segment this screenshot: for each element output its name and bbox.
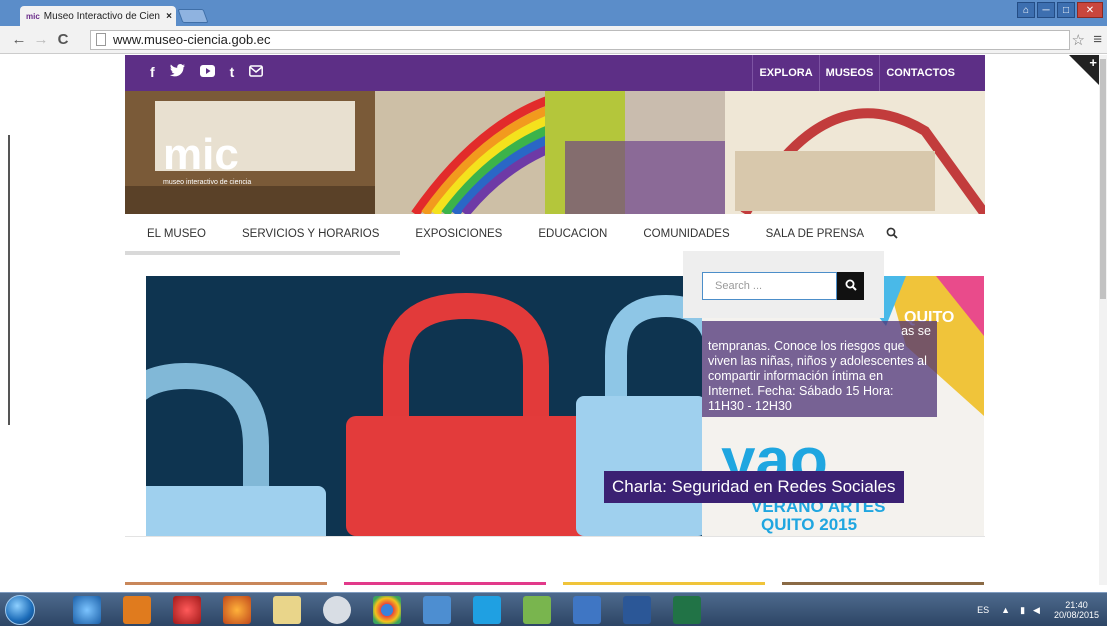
- start-button[interactable]: [5, 595, 35, 625]
- web-page: f t EXPLORA MUSEOS CONTACTOS + mic museo…: [0, 55, 1107, 585]
- svg-text:museo interactivo de ciencia: museo interactivo de ciencia: [163, 179, 251, 186]
- address-bar[interactable]: www.museo-ciencia.gob.ec: [90, 30, 1070, 50]
- slide-title[interactable]: Charla: Seguridad en Redes Sociales: [604, 471, 904, 503]
- tray-arrow-icon[interactable]: ▲: [1001, 605, 1010, 615]
- browser-toolbar: ← → C www.museo-ciencia.gob.ec ☆ ≡: [0, 26, 1107, 54]
- search-input[interactable]: Search ...: [702, 272, 837, 300]
- windows-taskbar: ES ▲ ▮ ◀ 21:40 20/08/2015: [0, 592, 1107, 626]
- nav-comunidades[interactable]: COMUNIDADES: [643, 228, 729, 240]
- nav-museos[interactable]: MUSEOS: [818, 55, 880, 91]
- user-profile-button[interactable]: ⌂: [1017, 2, 1035, 18]
- news-thumb-4[interactable]: [782, 582, 984, 585]
- people-app-icon[interactable]: [523, 596, 551, 624]
- clock-app-icon[interactable]: [323, 596, 351, 624]
- page-left-marker: [8, 135, 10, 425]
- browser-tab[interactable]: mic Museo Interactivo de Cien ×: [20, 6, 176, 26]
- nav-servicios[interactable]: SERVICIOS Y HORARIOS: [242, 228, 379, 240]
- search-icon: [845, 279, 857, 291]
- nav-explora[interactable]: EXPLORA: [752, 55, 818, 91]
- search-popup: Search ...: [683, 251, 884, 318]
- news-thumb-1[interactable]: [125, 582, 327, 585]
- hero-banner: mic museo interactivo de ciencia: [125, 91, 985, 214]
- pin-app-icon[interactable]: [173, 596, 201, 624]
- page-scrollbar[interactable]: [1099, 55, 1107, 585]
- search-toggle-icon[interactable]: [886, 227, 898, 242]
- skype-icon[interactable]: [473, 596, 501, 624]
- facebook-icon[interactable]: f: [150, 64, 155, 80]
- page-icon: [96, 33, 106, 46]
- nav-sala-de-prensa[interactable]: SALA DE PRENSA: [766, 228, 864, 240]
- slide-partial-text: as se: [901, 324, 931, 338]
- internet-explorer-icon[interactable]: [73, 596, 101, 624]
- firefox-icon[interactable]: [223, 596, 251, 624]
- app-icon[interactable]: [573, 596, 601, 624]
- twitter-icon[interactable]: [169, 64, 185, 80]
- news-thumb-3[interactable]: [563, 582, 765, 585]
- new-tab-button[interactable]: [177, 9, 209, 23]
- clock-time: 21:40: [1065, 600, 1088, 610]
- back-icon[interactable]: ←: [8, 31, 30, 48]
- tab-title: Museo Interactivo de Cien: [43, 10, 160, 22]
- browser-titlebar: mic Museo Interactivo de Cien × ⌂ ─ □ ✕: [0, 0, 1107, 26]
- browser-menu-icon[interactable]: ≡: [1093, 31, 1102, 48]
- nav-educacion[interactable]: EDUCACION: [538, 228, 607, 240]
- youtube-icon[interactable]: [199, 64, 215, 80]
- scrollbar-thumb[interactable]: [1100, 59, 1106, 299]
- clock-date: 20/08/2015: [1053, 610, 1099, 620]
- hero-image: mic museo interactivo de ciencia: [125, 91, 985, 214]
- slider-progress: [125, 251, 400, 255]
- top-nav: EXPLORA MUSEOS CONTACTOS: [752, 55, 985, 91]
- close-window-button[interactable]: ✕: [1077, 2, 1103, 18]
- excel-icon[interactable]: [673, 596, 701, 624]
- maximize-button[interactable]: □: [1057, 2, 1075, 18]
- nav-contactos[interactable]: CONTACTOS: [879, 55, 985, 91]
- outlook-icon[interactable]: [423, 596, 451, 624]
- minimize-button[interactable]: ─: [1037, 2, 1055, 18]
- volume-icon[interactable]: ◀: [1033, 605, 1040, 616]
- clock[interactable]: 21:40 20/08/2015: [1054, 600, 1099, 620]
- window-controls: ⌂ ─ □ ✕: [1017, 2, 1103, 18]
- system-tray: ES ▲ ▮ ◀ 21:40 20/08/2015: [977, 593, 1107, 627]
- news-thumb-2[interactable]: [344, 582, 546, 585]
- site-topbar: f t EXPLORA MUSEOS CONTACTOS: [125, 55, 985, 91]
- nav-exposiciones[interactable]: EXPOSICIONES: [415, 228, 502, 240]
- slide-body: tempranas. Conoce los riesgos que viven …: [708, 339, 927, 413]
- reload-icon[interactable]: C: [52, 31, 74, 48]
- email-icon[interactable]: [249, 64, 264, 80]
- chrome-icon[interactable]: [373, 596, 401, 624]
- slide-description: as se tempranas. Conoce los riesgos que …: [702, 321, 937, 417]
- social-links: f t: [150, 64, 264, 80]
- tab-favicon-icon: mic: [26, 11, 40, 21]
- content-divider: [125, 536, 985, 537]
- tab-close-icon[interactable]: ×: [162, 11, 176, 22]
- url-text: www.museo-ciencia.gob.ec: [113, 32, 271, 47]
- search-button[interactable]: [837, 272, 864, 300]
- nav-el-museo[interactable]: EL MUSEO: [147, 228, 206, 240]
- main-nav: EL MUSEO SERVICIOS Y HORARIOS EXPOSICION…: [125, 214, 985, 254]
- media-player-icon[interactable]: [123, 596, 151, 624]
- language-indicator[interactable]: ES: [977, 605, 989, 615]
- plus-icon[interactable]: +: [1089, 55, 1097, 70]
- forward-icon[interactable]: →: [30, 31, 52, 48]
- word-icon[interactable]: [623, 596, 651, 624]
- file-explorer-icon[interactable]: [273, 596, 301, 624]
- svg-text:mic: mic: [163, 130, 239, 179]
- network-icon[interactable]: ▮: [1020, 605, 1025, 616]
- svg-text:QUITO 2015: QUITO 2015: [761, 515, 857, 534]
- news-thumbnails: [125, 582, 985, 585]
- bookmark-star-icon[interactable]: ☆: [1072, 31, 1085, 49]
- tumblr-icon[interactable]: t: [230, 64, 235, 80]
